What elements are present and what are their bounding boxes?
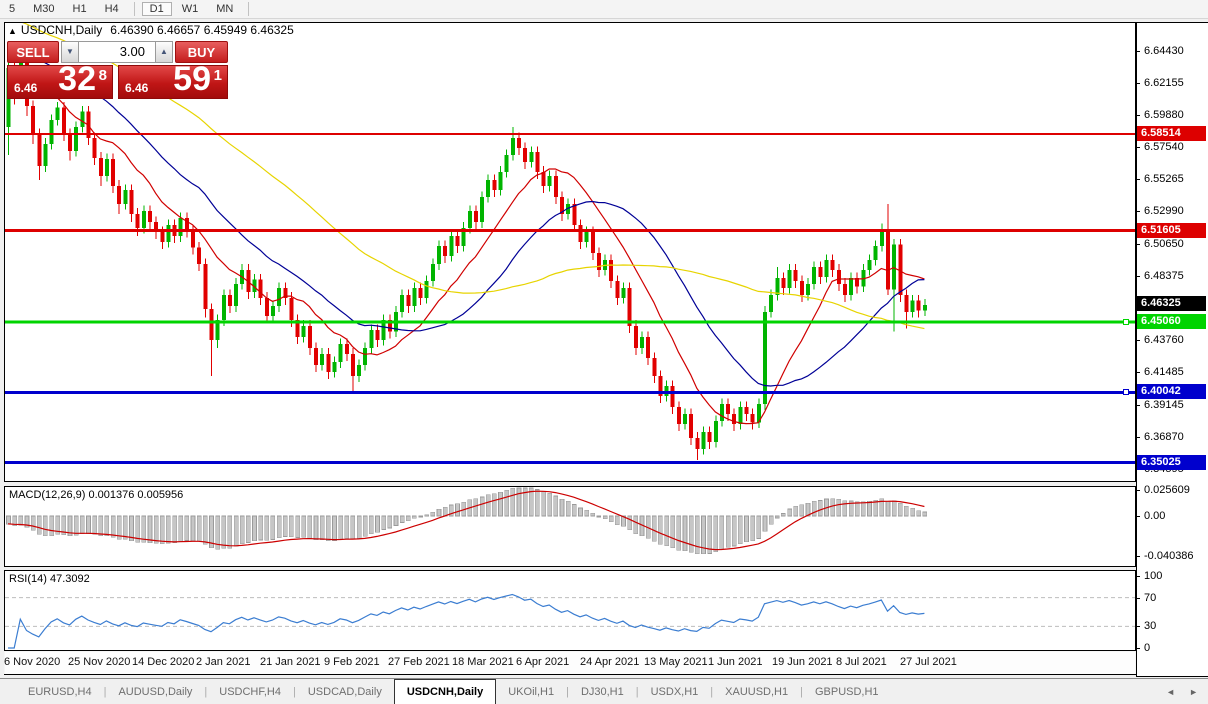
y-axis-tick-label: 6.55265 xyxy=(1144,173,1184,185)
tab-eurusd[interactable]: EURUSD,H4 xyxy=(16,679,104,704)
y-axis-tickmark xyxy=(1136,405,1140,406)
macd-axis-tickmark xyxy=(1136,490,1140,491)
x-axis-date-label: 21 Jan 2021 xyxy=(260,656,321,668)
y-axis-tick-label: 6.59880 xyxy=(1144,109,1184,121)
y-axis-tickmark xyxy=(1136,244,1140,245)
y-axis-tickmark xyxy=(1136,115,1140,116)
y-axis-tick-label: 6.62155 xyxy=(1144,77,1184,89)
sell-price-big: 32 xyxy=(58,60,96,99)
rsi-axis-tickmark xyxy=(1136,626,1140,627)
y-axis-tick-label: 6.50650 xyxy=(1144,238,1184,250)
sell-button[interactable]: SELL xyxy=(7,41,59,63)
x-axis-date-label: 24 Apr 2021 xyxy=(580,656,639,668)
tab-gbpusd[interactable]: GBPUSD,H1 xyxy=(803,679,891,704)
tab-audusd[interactable]: AUDUSD,Daily xyxy=(106,679,204,704)
macd-axis-tickmark xyxy=(1136,516,1140,517)
object-marker-icon: ▲ xyxy=(8,26,17,36)
rsi-axis-tickmark xyxy=(1136,576,1140,577)
terminal-window: 5M30H1H4D1W1MN ▲USDCNH,Daily6.46390 6.46… xyxy=(0,0,1208,703)
x-axis-date-label: 18 Mar 2021 xyxy=(452,656,514,668)
y-axis-tick-label: 6.57540 xyxy=(1144,141,1184,153)
chart-symbol-period: USDCNH,Daily xyxy=(21,23,102,37)
y-axis-tick-label: 6.48375 xyxy=(1144,270,1184,282)
current-price-badge: 6.46325 xyxy=(1137,296,1206,311)
y-axis-tick-label: 6.39145 xyxy=(1144,399,1184,411)
y-axis-tickmark xyxy=(1136,83,1140,84)
sell-price-sup: 8 xyxy=(99,67,107,84)
line-handle[interactable] xyxy=(1123,389,1129,395)
price-level-badge: 6.35025 xyxy=(1137,455,1206,470)
x-axis-date-label: 14 Dec 2020 xyxy=(132,656,194,668)
scroll-tabs-left-icon[interactable]: ◄ xyxy=(1166,687,1175,697)
chart-canvas xyxy=(0,0,1136,678)
sell-price-prefix: 6.46 xyxy=(14,81,37,95)
macd-axis-tick-label: 0.00 xyxy=(1144,510,1165,522)
price-level-badge: 6.45060 xyxy=(1137,314,1206,329)
x-axis-date-label: 8 Jul 2021 xyxy=(836,656,887,668)
price-level-badge: 6.51605 xyxy=(1137,223,1206,238)
y-axis-tickmark xyxy=(1136,147,1140,148)
scroll-tabs-right-icon[interactable]: ► xyxy=(1189,687,1198,697)
x-axis-date-label: 2 Jan 2021 xyxy=(196,656,250,668)
y-axis-tick-label: 6.64430 xyxy=(1144,45,1184,57)
y-axis-tickmark xyxy=(1136,437,1140,438)
price-level-badge: 6.58514 xyxy=(1137,126,1206,141)
x-axis-date-label: 6 Nov 2020 xyxy=(4,656,60,668)
tab-dj30[interactable]: DJ30,H1 xyxy=(569,679,636,704)
rsi-axis-tick-label: 70 xyxy=(1144,592,1156,604)
x-axis-date-label: 1 Jun 2021 xyxy=(708,656,762,668)
y-axis-tickmark xyxy=(1136,211,1140,212)
y-axis-tick-label: 6.36870 xyxy=(1144,431,1184,443)
rsi-axis-tick-label: 30 xyxy=(1144,620,1156,632)
symbol-tab-bar: EURUSD,H4|AUDUSD,Daily|USDCHF,H4|USDCAD,… xyxy=(0,678,1208,704)
buy-price-prefix: 6.46 xyxy=(125,81,148,95)
x-axis-date-label: 25 Nov 2020 xyxy=(68,656,130,668)
x-axis-date-label: 27 Jul 2021 xyxy=(900,656,957,668)
one-click-trading-panel: SELL ▼ 3.00 ▲ BUY 6.46 32 8 6.46 59 1 xyxy=(7,41,228,99)
x-axis-date-label: 19 Jun 2021 xyxy=(772,656,833,668)
macd-axis-tick-label: 0.025609 xyxy=(1144,484,1190,496)
y-axis-tickmark xyxy=(1136,276,1140,277)
rsi-axis-tick-label: 100 xyxy=(1144,570,1162,582)
y-axis-tickmark xyxy=(1136,340,1140,341)
volume-increase-icon[interactable]: ▲ xyxy=(155,41,173,63)
tab-usdcad[interactable]: USDCAD,Daily xyxy=(296,679,394,704)
rsi-axis-tickmark xyxy=(1136,648,1140,649)
rsi-indicator-label: RSI(14) 47.3092 xyxy=(9,573,90,585)
macd-indicator-label: MACD(12,26,9) 0.001376 0.005956 xyxy=(9,489,183,501)
buy-price-sup: 1 xyxy=(214,67,222,84)
macd-axis-tickmark xyxy=(1136,556,1140,557)
tab-usdcnh[interactable]: USDCNH,Daily xyxy=(394,679,496,704)
rsi-axis-tickmark xyxy=(1136,598,1140,599)
chart-ohlc-values: 6.46390 6.46657 6.45949 6.46325 xyxy=(110,23,294,37)
tab-usdx[interactable]: USDX,H1 xyxy=(639,679,711,704)
x-axis-date-label: 27 Feb 2021 xyxy=(388,656,450,668)
pane-backgrounds xyxy=(4,23,1136,675)
y-axis-tick-label: 6.43760 xyxy=(1144,334,1184,346)
tab-usdchf[interactable]: USDCHF,H4 xyxy=(207,679,293,704)
y-axis-tick-label: 6.52990 xyxy=(1144,205,1184,217)
y-axis-tickmark xyxy=(1136,51,1140,52)
chart-title-row: ▲ USDCNH,Daily 6.46390 6.46657 6.45949 6.4… xyxy=(8,23,294,37)
line-handle[interactable] xyxy=(1123,319,1129,325)
tab-xauusd[interactable]: XAUUSD,H1 xyxy=(713,679,800,704)
x-axis-date-label: 6 Apr 2021 xyxy=(516,656,569,668)
buy-price-box[interactable]: 6.46 59 1 xyxy=(118,65,228,99)
rsi-axis-tick-label: 0 xyxy=(1144,642,1150,654)
y-axis-tick-label: 6.41485 xyxy=(1144,366,1184,378)
y-axis-tickmark xyxy=(1136,372,1140,373)
sell-price-box[interactable]: 6.46 32 8 xyxy=(7,65,113,99)
buy-price-big: 59 xyxy=(173,60,211,99)
price-level-badge: 6.40042 xyxy=(1137,384,1206,399)
macd-axis-tick-label: -0.040386 xyxy=(1144,550,1194,562)
x-axis-date-label: 13 May 2021 xyxy=(644,656,708,668)
x-axis-date-label: 9 Feb 2021 xyxy=(324,656,380,668)
y-axis-tickmark xyxy=(1136,179,1140,180)
tab-ukoil[interactable]: UKOil,H1 xyxy=(496,679,566,704)
